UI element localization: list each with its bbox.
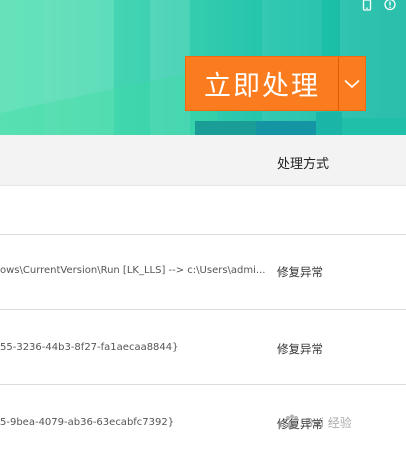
- table-row: [0, 186, 406, 235]
- row-item-text: 55-3236-44b3-8f27-fa1aecaa8844}: [0, 342, 179, 353]
- fix-now-label[interactable]: 立即处理: [186, 57, 338, 110]
- watermark-text: Bai 经验: [305, 415, 352, 430]
- fix-now-button[interactable]: 立即处理: [185, 56, 366, 111]
- header-banner: 立即处理: [0, 0, 406, 135]
- banner-decoration: [256, 121, 316, 135]
- row-action-link[interactable]: 修复异常: [277, 341, 323, 357]
- info-icon[interactable]: [384, 0, 396, 11]
- phone-icon[interactable]: [361, 0, 373, 11]
- row-item-text: 5-9bea-4079-ab36-63ecabfc7392}: [0, 417, 175, 428]
- paw-icon: [286, 414, 298, 429]
- baidu-jingyan-watermark: Bai 经验: [283, 400, 406, 444]
- table-row: 55-3236-44b3-8f27-fa1aecaa8844} 修复异常: [0, 310, 406, 385]
- table-header: [0, 135, 406, 186]
- row-item-text: ows\CurrentVersion\Run [LK_LLS] --> c:\U…: [0, 265, 266, 276]
- banner-decoration: [342, 118, 406, 135]
- chevron-down-icon[interactable]: [339, 57, 365, 110]
- column-header-handle-method: 处理方式: [277, 157, 330, 172]
- row-action-link[interactable]: 修复异常: [277, 264, 323, 280]
- table-row: ows\CurrentVersion\Run [LK_LLS] --> c:\U…: [0, 235, 406, 310]
- banner-decoration: [316, 112, 342, 135]
